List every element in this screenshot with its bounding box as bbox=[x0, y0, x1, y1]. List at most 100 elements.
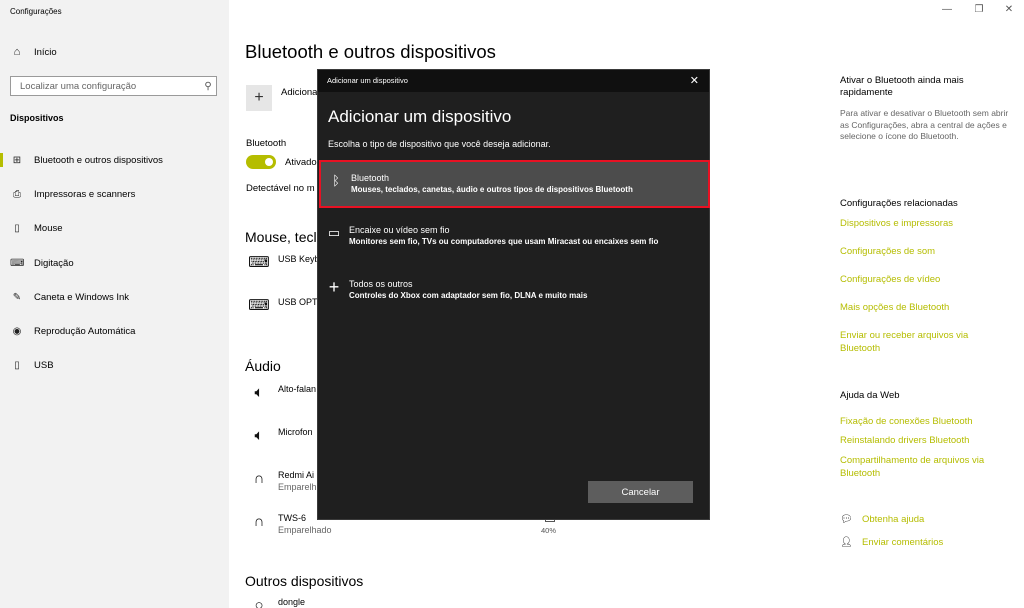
printer-icon: ⎙ bbox=[13, 188, 21, 200]
sidebar-item-label: Digitação bbox=[34, 257, 74, 269]
link-file-sharing[interactable]: Compartilhamento de arquivos via Bluetoo… bbox=[840, 454, 1010, 480]
bluetooth-icon: ᛒ bbox=[332, 173, 340, 188]
feedback-label: Enviar comentários bbox=[862, 537, 944, 548]
search-icon[interactable]: ⚲ bbox=[200, 81, 216, 92]
section-heading-others: Outros dispositivos bbox=[245, 573, 364, 589]
headphones-icon: ∩ bbox=[253, 470, 265, 487]
mouse-icon: ▯ bbox=[14, 222, 20, 234]
link-video-settings[interactable]: Configurações de vídeo bbox=[840, 273, 1010, 286]
plus-icon: + bbox=[328, 277, 340, 297]
dialog-close-icon[interactable]: ✕ bbox=[690, 74, 699, 87]
option-bluetooth[interactable]: ᛒ Bluetooth Mouses, teclados, canetas, á… bbox=[319, 160, 710, 208]
home-label: Início bbox=[34, 46, 57, 58]
option-desc: Monitores sem fio, TVs ou computadores q… bbox=[349, 237, 659, 246]
sidebar-item-pen[interactable]: ✎ Caneta e Windows Ink bbox=[0, 287, 229, 307]
sidebar-item-autoplay[interactable]: ◉ Reprodução Automática bbox=[0, 321, 229, 341]
option-title: Encaixe ou vídeo sem fio bbox=[349, 225, 450, 235]
page-title: Bluetooth e outros dispositivos bbox=[245, 41, 496, 62]
link-reinstall-drivers[interactable]: Reinstalando drivers Bluetooth bbox=[840, 434, 1010, 447]
device-item[interactable]: ∩ Redmi Ai Emparelh bbox=[246, 469, 317, 499]
device-item[interactable]: 🔈︎ Alto-falan bbox=[246, 383, 316, 413]
speaker-icon: 🔈︎ bbox=[254, 384, 264, 401]
device-name: dongle bbox=[278, 597, 306, 607]
sidebar-item-bluetooth[interactable]: ⊞ Bluetooth e outros dispositivos bbox=[0, 150, 229, 170]
sidebar-item-typing[interactable]: ⌨ Digitação bbox=[0, 253, 229, 273]
search-placeholder: Localizar uma configuração bbox=[20, 80, 137, 92]
get-help-label: Obtenha ajuda bbox=[862, 514, 925, 525]
section-heading-audio: Áudio bbox=[245, 358, 281, 374]
sidebar-item-label: USB bbox=[34, 359, 54, 371]
speaker-icon: 🔈︎ bbox=[254, 427, 264, 444]
keyboard-icon: ⌨ bbox=[10, 257, 25, 269]
sidebar-item-label: Impressoras e scanners bbox=[34, 188, 136, 200]
link-sound-settings[interactable]: Configurações de som bbox=[840, 245, 1010, 258]
sidebar-item-printers[interactable]: ⎙ Impressoras e scanners bbox=[0, 184, 229, 204]
close-button[interactable]: ✕ bbox=[994, 4, 1024, 15]
dialog-heading: Adicionar um dispositivo bbox=[328, 107, 512, 126]
option-desc: Controles do Xbox com adaptador sem fio,… bbox=[349, 291, 588, 300]
dialog-subtitle: Escolha o tipo de dispositivo que você d… bbox=[328, 139, 551, 149]
device-status: Emparelh bbox=[278, 482, 317, 492]
sidebar-item-label: Reprodução Automática bbox=[34, 325, 136, 337]
link-devices-printers[interactable]: Dispositivos e impressoras bbox=[840, 217, 1010, 230]
add-device-label[interactable]: Adiciona bbox=[281, 87, 317, 98]
device-name: Redmi Ai bbox=[278, 470, 315, 480]
device-name: USB OPT bbox=[278, 297, 318, 307]
battery-level: 40% bbox=[541, 526, 557, 535]
sidebar-item-label: Bluetooth e outros dispositivos bbox=[34, 154, 163, 166]
bluetooth-toggle[interactable] bbox=[246, 155, 276, 169]
sidebar-item-label: Caneta e Windows Ink bbox=[34, 291, 130, 303]
device-item[interactable]: ○ dongle bbox=[246, 596, 305, 608]
sidebar-item-label: Mouse bbox=[34, 222, 63, 234]
web-help-heading: Ajuda da Web bbox=[840, 390, 900, 401]
device-name: Microfon bbox=[278, 427, 313, 437]
discoverable-text: Detectável no m bbox=[246, 183, 315, 194]
device-name: USB Keyb bbox=[278, 254, 320, 264]
home-nav-item[interactable]: ⌂ Início bbox=[10, 44, 57, 60]
device-name: Alto-falan bbox=[278, 384, 317, 394]
minimize-button[interactable]: — bbox=[932, 4, 962, 15]
search-input[interactable]: Localizar uma configuração ⚲ bbox=[10, 76, 217, 96]
option-desc: Mouses, teclados, canetas, áudio e outro… bbox=[351, 185, 633, 194]
add-device-dialog: Adicionar um dispositivo ✕ Adicionar um … bbox=[317, 69, 710, 520]
device-item[interactable]: 🔈︎ Microfon bbox=[246, 426, 313, 456]
device-status: Emparelhado bbox=[278, 525, 332, 535]
bt-quick-heading: Ativar o Bluetooth ainda mais rapidament… bbox=[840, 75, 964, 98]
pen-icon: ✎ bbox=[12, 291, 22, 303]
link-more-bluetooth[interactable]: Mais opções de Bluetooth bbox=[840, 301, 1010, 314]
option-title: Bluetooth bbox=[351, 173, 390, 183]
section-heading-mouse: Mouse, tecla bbox=[245, 229, 325, 245]
help-chat-icon: 💬︎ bbox=[840, 514, 853, 525]
get-help-link[interactable]: 💬︎ Obtenha ajuda bbox=[840, 514, 924, 525]
sidebar-item-mouse[interactable]: ▯ Mouse bbox=[0, 218, 229, 238]
autoplay-icon: ◉ bbox=[12, 325, 22, 337]
option-everything-else[interactable]: + Todos os outros Controles do Xbox com … bbox=[319, 268, 710, 316]
bluetooth-state: Ativado bbox=[285, 157, 317, 168]
headset-icon: ∩ bbox=[253, 513, 265, 530]
usb-icon: ▯ bbox=[14, 359, 20, 371]
dialog-titlebar: Adicionar um dispositivo ✕ bbox=[318, 70, 709, 92]
link-fix-bluetooth[interactable]: Fixação de conexões Bluetooth bbox=[840, 415, 1010, 428]
monitor-icon: ▭ bbox=[327, 225, 341, 240]
option-wireless-display[interactable]: ▭ Encaixe ou vídeo sem fio Monitores sem… bbox=[319, 214, 710, 262]
add-device-button[interactable]: + bbox=[246, 85, 272, 111]
bluetooth-label: Bluetooth bbox=[246, 138, 287, 149]
link-send-receive-files[interactable]: Enviar ou receber arquivos via Bluetooth bbox=[840, 329, 980, 355]
keyboard-icon: ⌨ bbox=[248, 297, 270, 314]
feedback-link[interactable]: 👤︎ Enviar comentários bbox=[840, 537, 943, 548]
option-title: Todos os outros bbox=[349, 279, 413, 289]
device-item[interactable]: ⌨ USB Keyb bbox=[246, 253, 320, 283]
keyboard-icon: ⌨ bbox=[248, 254, 270, 271]
app-title: Configurações bbox=[10, 7, 62, 16]
device-item[interactable]: ⌨ USB OPT bbox=[246, 296, 318, 326]
restore-button[interactable]: ❐ bbox=[964, 4, 994, 15]
sidebar-item-usb[interactable]: ▯ USB bbox=[0, 355, 229, 375]
sidebar-section-label: Dispositivos bbox=[10, 113, 64, 123]
home-icon: ⌂ bbox=[13, 46, 21, 58]
sidebar: Configurações ⌂ Início Localizar uma con… bbox=[0, 0, 229, 608]
bluetooth-devices-icon: ⊞ bbox=[12, 154, 22, 166]
cancel-button[interactable]: Cancelar bbox=[588, 481, 693, 503]
device-icon: ○ bbox=[254, 597, 264, 608]
bt-quick-text: Para ativar e desativar o Bluetooth sem … bbox=[840, 108, 1009, 141]
feedback-icon: 👤︎ bbox=[840, 537, 853, 548]
